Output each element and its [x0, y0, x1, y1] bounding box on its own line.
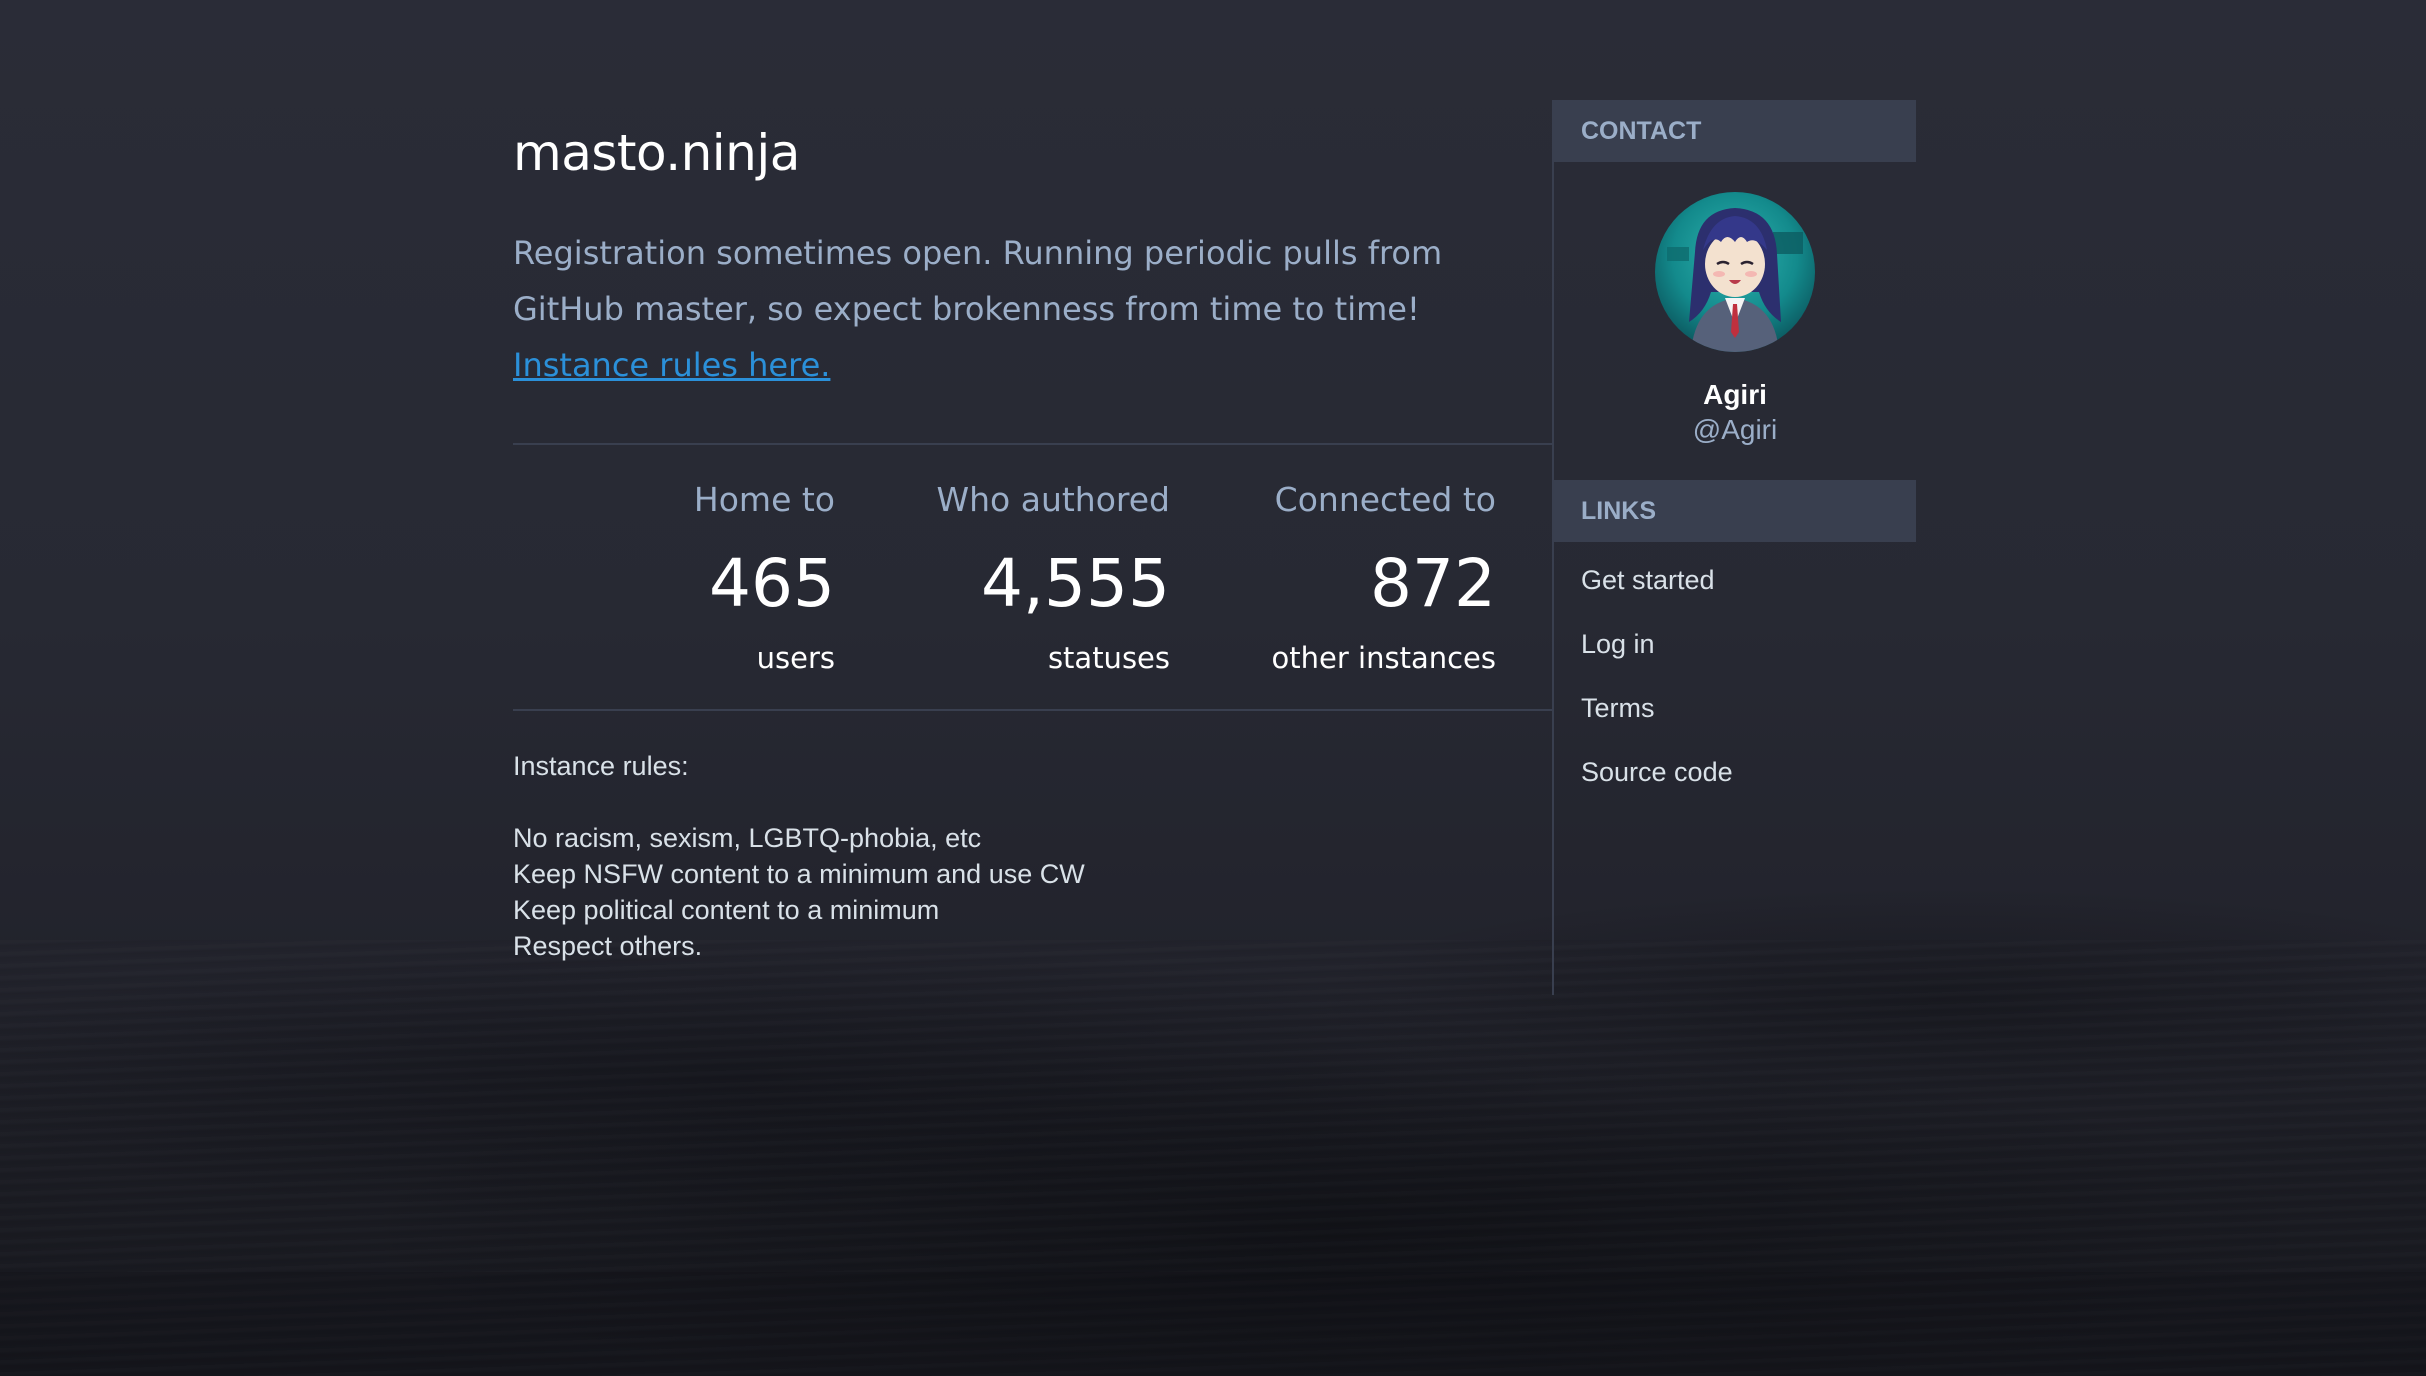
stat-users-label: Home to [693, 480, 835, 519]
contact-card: Agiri @Agiri [1554, 162, 1916, 480]
instance-rules: Instance rules: No racism, sexism, LGBTQ… [513, 748, 1513, 964]
stat-statuses: Who authored 4,555 statuses [937, 480, 1171, 678]
description-text: Registration sometimes open. Running per… [513, 234, 1443, 328]
link-log-in[interactable]: Log in [1554, 614, 1916, 678]
rule-item: No racism, sexism, LGBTQ-phobia, etc [513, 823, 982, 853]
instance-description: Registration sometimes open. Running per… [513, 225, 1513, 393]
links-header: LINKS [1554, 480, 1916, 542]
stats-divider-bottom [513, 709, 1553, 711]
stat-statuses-unit: statuses [1047, 641, 1170, 675]
link-get-started[interactable]: Get started [1554, 550, 1916, 614]
stat-instances-label: Connected to [1274, 480, 1496, 519]
avatar[interactable] [1655, 192, 1815, 352]
instance-title: masto.ninja [513, 124, 800, 182]
stat-instances: Connected to 872 other instances [1272, 480, 1496, 678]
links-list: Get started Log in Terms Source code [1554, 542, 1916, 806]
stat-users-unit: users [756, 641, 835, 675]
stat-users: Home to 465 users [694, 480, 835, 678]
stats-divider-top [513, 443, 1553, 445]
contact-name[interactable]: Agiri [1554, 377, 1916, 413]
link-source-code[interactable]: Source code [1554, 742, 1916, 806]
stat-statuses-value: 4,555 [981, 545, 1170, 622]
stat-instances-unit: other instances [1271, 641, 1496, 675]
background-water [0, 940, 2426, 1376]
link-terms[interactable]: Terms [1554, 678, 1916, 742]
rule-item: Keep NSFW content to a minimum and use C… [513, 859, 1085, 889]
rules-heading: Instance rules: [513, 751, 689, 781]
contact-handle[interactable]: @Agiri [1554, 412, 1916, 448]
contact-header: CONTACT [1554, 100, 1916, 162]
rule-item: Keep political content to a minimum [513, 895, 940, 925]
instance-rules-link[interactable]: Instance rules here. [513, 346, 830, 384]
avatar-image [1655, 192, 1815, 352]
stat-users-value: 465 [709, 545, 835, 622]
background-shadow [0, 1272, 2426, 1376]
instance-stats: Home to 465 users Who authored 4,555 sta… [513, 480, 1553, 700]
sidebar: CONTACT Agiri @Agiri LINKS Get started L… [1552, 100, 1916, 995]
stat-instances-value: 872 [1370, 545, 1496, 622]
stat-statuses-label: Who authored [936, 480, 1171, 519]
rule-item: Respect others. [513, 931, 703, 961]
